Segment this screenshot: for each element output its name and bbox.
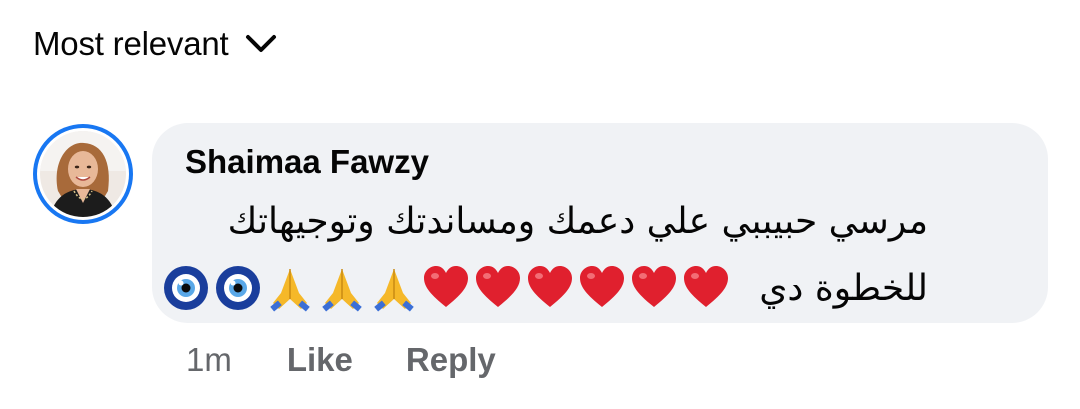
- folded-hands-icon: [374, 269, 414, 312]
- red-heart-icon: [632, 266, 677, 307]
- red-heart-icon: [476, 266, 521, 307]
- avatar[interactable]: [33, 124, 133, 224]
- comment-timestamp[interactable]: 1m: [186, 341, 232, 379]
- comment-text-line2-row: للخطوة دي: [161, 263, 928, 313]
- comment-text-line1: مرسي حبيببي علي دعمك ومساندتك وتوجيهاتك: [227, 201, 928, 242]
- red-heart-icon: [528, 266, 573, 307]
- comment-author[interactable]: Shaimaa Fawzy: [185, 143, 429, 181]
- red-heart-icon: [424, 266, 469, 307]
- nazar-amulet-icon: [216, 266, 261, 310]
- sort-dropdown[interactable]: Most relevant: [33, 22, 278, 66]
- chevron-down-icon: [246, 35, 277, 52]
- sort-label: Most relevant: [33, 25, 229, 62]
- comment-bubble: Shaimaa Fawzy مرسي حبيببي علي دعمك ومسان…: [152, 123, 1048, 323]
- red-heart-icon: [580, 266, 625, 307]
- comment-text-line2: للخطوة دي: [759, 267, 928, 309]
- red-heart-icon: [684, 266, 729, 307]
- like-button[interactable]: Like: [287, 341, 353, 379]
- reply-button[interactable]: Reply: [406, 341, 496, 379]
- nazar-amulet-icon: [164, 266, 209, 310]
- folded-hands-icon: [270, 269, 310, 312]
- comment-actions: 1m Like Reply: [186, 338, 496, 382]
- emoji-row: [161, 263, 731, 313]
- folded-hands-icon: [322, 269, 362, 312]
- profile-photo: [40, 131, 126, 217]
